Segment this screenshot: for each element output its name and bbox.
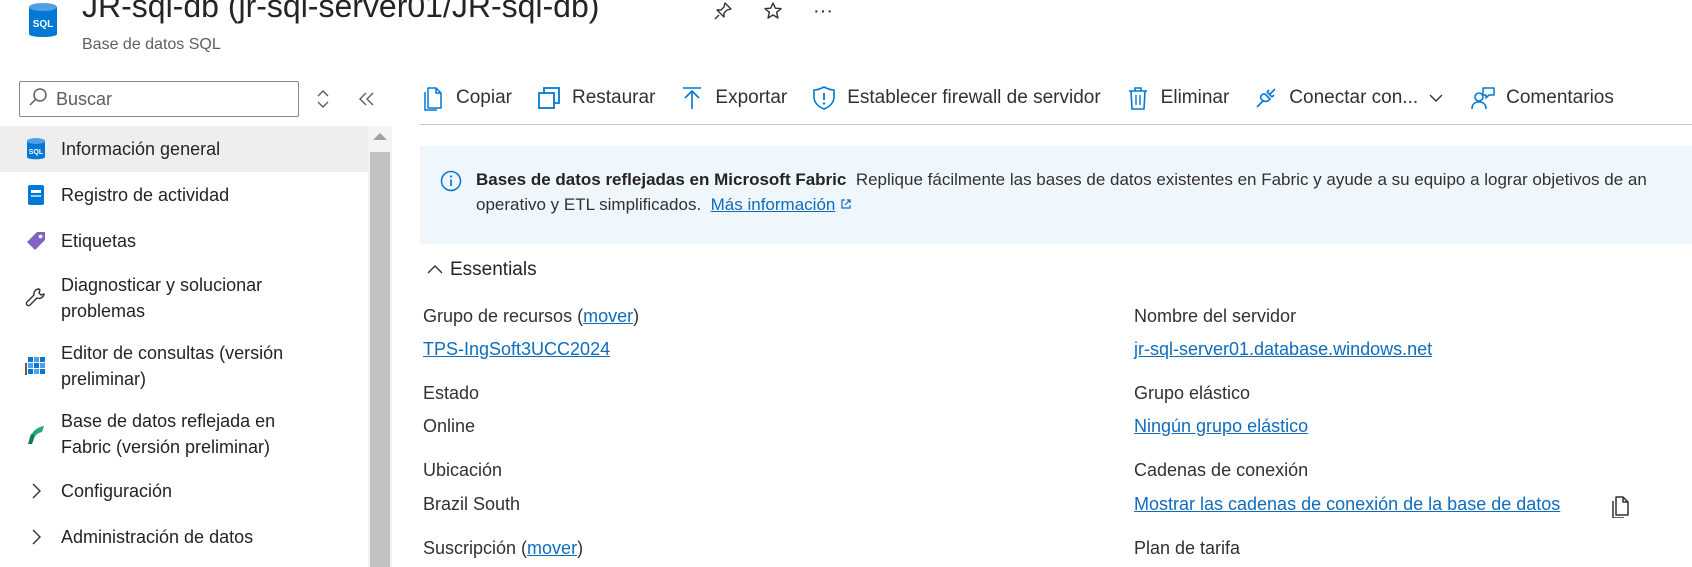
search-input[interactable] bbox=[56, 88, 286, 110]
sidebar-item-configuration[interactable]: Configuración bbox=[0, 468, 368, 514]
wrench-icon bbox=[24, 286, 48, 310]
sidebar-item-overview[interactable]: SQL Información general bbox=[0, 126, 368, 172]
sidebar-item-label: Etiquetas bbox=[61, 231, 137, 251]
info-banner: Bases de datos reflejadas en Microsoft F… bbox=[420, 146, 1692, 244]
svg-text:SQL: SQL bbox=[33, 19, 54, 30]
tag-icon bbox=[24, 229, 48, 253]
sort-icon[interactable] bbox=[313, 88, 333, 110]
banner-body: Replique fácilmente las bases de datos e… bbox=[855, 170, 1647, 189]
status-label: Estado bbox=[423, 383, 480, 403]
chevron-down-icon bbox=[1429, 94, 1443, 102]
search-icon bbox=[28, 87, 48, 112]
export-button[interactable]: Exportar bbox=[679, 85, 787, 111]
sql-database-icon: SQL bbox=[24, 137, 48, 161]
azure-portal-page: SQL JR-sql-db (jr-sql-server01/JR-sql-db… bbox=[0, 0, 1692, 567]
activity-log-icon bbox=[24, 183, 48, 207]
copy-connection-strings-icon[interactable] bbox=[1608, 494, 1632, 523]
sidebar-item-query-editor[interactable]: Editor de consultas (versión preliminar) bbox=[0, 332, 368, 400]
sidebar-item-label: Editor de consultas (versión preliminar) bbox=[61, 343, 284, 389]
svg-text:SQL: SQL bbox=[29, 149, 44, 156]
sql-database-resource-icon: SQL bbox=[28, 2, 58, 40]
connection-strings-link[interactable]: Mostrar las cadenas de conexión de la ba… bbox=[1134, 494, 1560, 515]
sidebar-scrollbar-thumb[interactable] bbox=[370, 152, 390, 567]
sidebar-item-label: Información general bbox=[61, 139, 221, 159]
plug-icon bbox=[1256, 88, 1276, 108]
sidebar-item-fabric-mirror[interactable]: Base de datos reflejada en Fabric (versi… bbox=[0, 400, 368, 468]
info-icon bbox=[440, 170, 462, 192]
sidebar-nav: SQL Información general Registro de acti… bbox=[0, 126, 368, 560]
essentials-toggle[interactable]: Essentials bbox=[426, 259, 537, 281]
banner-text: Bases de datos reflejadas en Microsoft F… bbox=[476, 167, 1692, 217]
chevron-up-icon bbox=[427, 265, 443, 274]
restore-icon bbox=[538, 87, 560, 109]
scroll-up-arrow-icon[interactable] bbox=[373, 133, 387, 140]
location-label: Ubicación bbox=[423, 460, 503, 480]
status-value: Online bbox=[423, 416, 476, 436]
collapse-sidebar-icon[interactable] bbox=[356, 88, 378, 110]
toolbar-divider bbox=[420, 124, 1692, 125]
banner-body-2: operativo y ETL simplificados. bbox=[476, 195, 702, 214]
shield-icon bbox=[813, 86, 836, 110]
learn-more-link[interactable]: Más información bbox=[711, 195, 836, 214]
sidebar-item-tags[interactable]: Etiquetas bbox=[0, 218, 368, 264]
fabric-icon bbox=[24, 422, 48, 446]
copy-button[interactable]: Copiar bbox=[420, 85, 512, 111]
chevron-right-icon bbox=[24, 525, 48, 549]
server-name-label: Nombre del servidor bbox=[1134, 306, 1297, 326]
connect-with-dropdown[interactable]: Conectar con... bbox=[1253, 85, 1446, 111]
delete-button[interactable]: Eliminar bbox=[1125, 85, 1229, 111]
essentials-title: Essentials bbox=[450, 259, 537, 280]
sidebar-item-activity-log[interactable]: Registro de actividad bbox=[0, 172, 368, 218]
favorite-star-icon[interactable] bbox=[760, 0, 786, 24]
query-editor-icon bbox=[24, 354, 48, 378]
sidebar-item-label: Administración de datos bbox=[61, 527, 254, 547]
banner-title: Bases de datos reflejadas en Microsoft F… bbox=[476, 170, 847, 189]
export-icon bbox=[683, 87, 702, 109]
server-name-link[interactable]: jr-sql-server01.database.windows.net bbox=[1134, 339, 1432, 360]
chevron-right-icon bbox=[24, 479, 48, 503]
pricing-tier-label: Plan de tarifa bbox=[1134, 538, 1241, 558]
restore-button[interactable]: Restaurar bbox=[536, 85, 655, 111]
page-subtitle: Base de datos SQL bbox=[82, 36, 221, 53]
feedback-icon bbox=[1471, 87, 1495, 110]
feedback-button[interactable]: Comentarios bbox=[1470, 85, 1614, 111]
resource-group-value-link[interactable]: TPS-IngSoft3UCC2024 bbox=[423, 339, 610, 360]
sidebar-item-label: Registro de actividad bbox=[61, 185, 230, 205]
page-title: JR-sql-db (jr-sql-server01/JR-sql-db) bbox=[82, 0, 600, 24]
copy-icon bbox=[424, 87, 442, 111]
elastic-pool-link[interactable]: Ningún grupo elástico bbox=[1134, 416, 1308, 437]
sidebar-item-label: Base de datos reflejada en Fabric (versi… bbox=[61, 411, 276, 457]
sidebar-item-diagnose[interactable]: Diagnosticar y solucionar problemas bbox=[0, 264, 368, 332]
connection-strings-label: Cadenas de conexión bbox=[1134, 460, 1309, 480]
set-server-firewall-button[interactable]: Establecer firewall de servidor bbox=[811, 85, 1101, 111]
sidebar-item-label: Configuración bbox=[61, 481, 173, 501]
subscription-label: Suscripción (mover) bbox=[423, 538, 584, 558]
location-value: Brazil South bbox=[423, 494, 521, 514]
sidebar-item-data-management[interactable]: Administración de datos bbox=[0, 514, 368, 560]
sidebar-search[interactable] bbox=[19, 81, 299, 117]
sidebar-item-label: Diagnosticar y solucionar problemas bbox=[61, 275, 263, 321]
resource-group-move-link[interactable]: mover bbox=[583, 306, 633, 326]
more-options-icon[interactable]: ··· bbox=[810, 0, 836, 24]
trash-icon bbox=[1128, 87, 1147, 110]
elastic-pool-label: Grupo elástico bbox=[1134, 383, 1251, 403]
resource-group-label: Grupo de recursos (mover) bbox=[423, 306, 640, 326]
subscription-move-link[interactable]: mover bbox=[527, 538, 577, 558]
external-link-icon bbox=[841, 199, 851, 209]
command-bar: Copiar Restaurar Exportar Establecer fir… bbox=[420, 78, 1638, 118]
pin-icon[interactable] bbox=[710, 0, 736, 24]
